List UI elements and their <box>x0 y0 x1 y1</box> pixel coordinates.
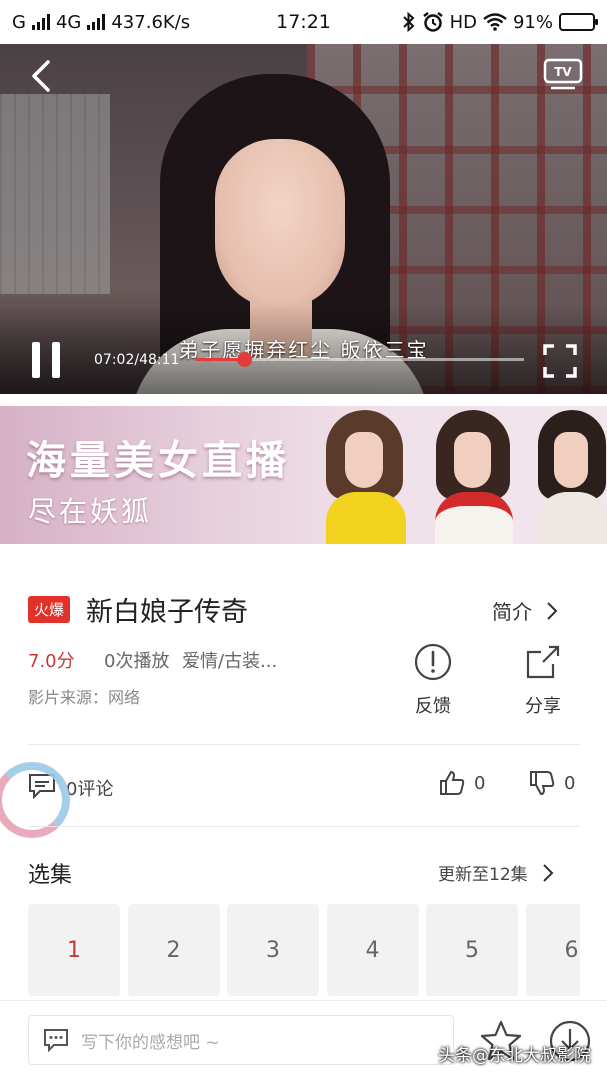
feedback-label: 反馈 <box>415 696 451 717</box>
hd-label: HD <box>449 11 477 33</box>
comment-input[interactable]: 写下你的感想吧 ~ <box>28 1015 454 1065</box>
share-label: 分享 <box>525 696 561 717</box>
section-gap <box>0 394 607 406</box>
comment-count[interactable]: 0评论 <box>66 775 113 801</box>
dislike-button[interactable]: 0 <box>528 769 575 797</box>
playback-time: 07:02/48:11 <box>94 352 180 368</box>
show-info: 火爆 新白娘子传奇 简介 7.0分 0次播放 爱情/古装... 影片来源：网络 … <box>0 544 607 744</box>
status-bar: G 4G 437.6K/s 17:21 HD 91% <box>0 0 607 44</box>
watermark: 头条@东北大叔影院 <box>438 1046 591 1066</box>
banner-model-image <box>428 410 520 544</box>
divider <box>28 826 580 827</box>
episode-item[interactable]: 3 <box>227 904 319 996</box>
chevron-right-icon <box>542 863 554 882</box>
banner-title: 海量美女直播 <box>26 438 290 484</box>
like-button[interactable]: 0 <box>438 769 485 797</box>
progress-bar[interactable] <box>196 352 524 367</box>
video-scene-face <box>215 139 345 309</box>
thumbs-down-icon <box>530 771 555 796</box>
show-title: 新白娘子传奇 <box>86 597 248 628</box>
video-player[interactable]: TV 弟子愿摒弃红尘 皈依三宝 07:02/48:11 <box>0 44 607 394</box>
svg-text:TV: TV <box>554 65 572 79</box>
battery-icon <box>559 13 598 31</box>
fullscreen-icon[interactable] <box>543 344 577 378</box>
message-icon <box>44 1029 68 1052</box>
wifi-icon <box>483 13 507 31</box>
banner-model-image <box>530 410 607 544</box>
comment-placeholder: 写下你的感想吧 ~ <box>81 1032 220 1053</box>
bottom-bar: 写下你的感想吧 ~ 头条@东北大叔影院 <box>0 1000 607 1080</box>
dislike-count: 0 <box>564 772 576 794</box>
signal-icon-2 <box>87 14 106 30</box>
feedback-button[interactable]: 反馈 <box>398 642 468 718</box>
rating: 7.0分 <box>28 651 75 672</box>
ad-banner[interactable]: 海量美女直播 尽在妖狐 <box>0 406 607 544</box>
network-label: 4G <box>55 11 82 33</box>
share-icon <box>526 645 560 679</box>
banner-subtitle: 尽在妖狐 <box>28 495 153 528</box>
network-speed: 437.6K/s <box>111 11 191 33</box>
hot-badge: 火爆 <box>28 596 71 623</box>
pause-icon[interactable] <box>28 342 66 382</box>
source-label: 影片来源：网络 <box>28 688 141 707</box>
episode-item[interactable]: 5 <box>426 904 518 996</box>
episode-item[interactable]: 2 <box>127 904 220 996</box>
play-count: 0次播放 <box>104 651 170 672</box>
alarm-icon <box>422 12 443 32</box>
episodes-title: 选集 <box>28 863 73 888</box>
episode-list: 123456 <box>28 904 580 996</box>
intro-label: 简介 <box>492 600 532 624</box>
intro-link[interactable]: 简介 <box>492 596 558 625</box>
thumbs-up-icon <box>440 770 465 795</box>
tv-cast-icon[interactable]: TV <box>543 58 583 90</box>
bluetooth-icon <box>402 12 415 32</box>
chevron-right-icon <box>547 601 558 620</box>
progress-handle[interactable] <box>236 352 252 367</box>
social-row: 0评论 0 0 <box>0 745 607 825</box>
genre: 爱情/古装... <box>182 651 278 672</box>
episodes-update-label: 更新至12集 <box>438 865 528 885</box>
banner-model-image <box>318 410 414 544</box>
episodes-update-link[interactable]: 更新至12集 <box>438 860 554 885</box>
signal-icon <box>31 14 50 30</box>
battery-percent: 91% <box>512 11 553 33</box>
video-scene-window <box>0 94 110 294</box>
back-icon[interactable] <box>22 56 62 96</box>
episode-item[interactable]: 4 <box>326 904 419 996</box>
share-button[interactable]: 分享 <box>508 642 578 718</box>
clock: 17:21 <box>276 11 331 33</box>
like-count: 0 <box>474 772 486 794</box>
episode-item[interactable]: 6 <box>525 904 580 996</box>
feedback-icon <box>414 643 452 681</box>
episode-item[interactable]: 1 <box>28 904 120 996</box>
carrier-label: G <box>12 11 26 33</box>
